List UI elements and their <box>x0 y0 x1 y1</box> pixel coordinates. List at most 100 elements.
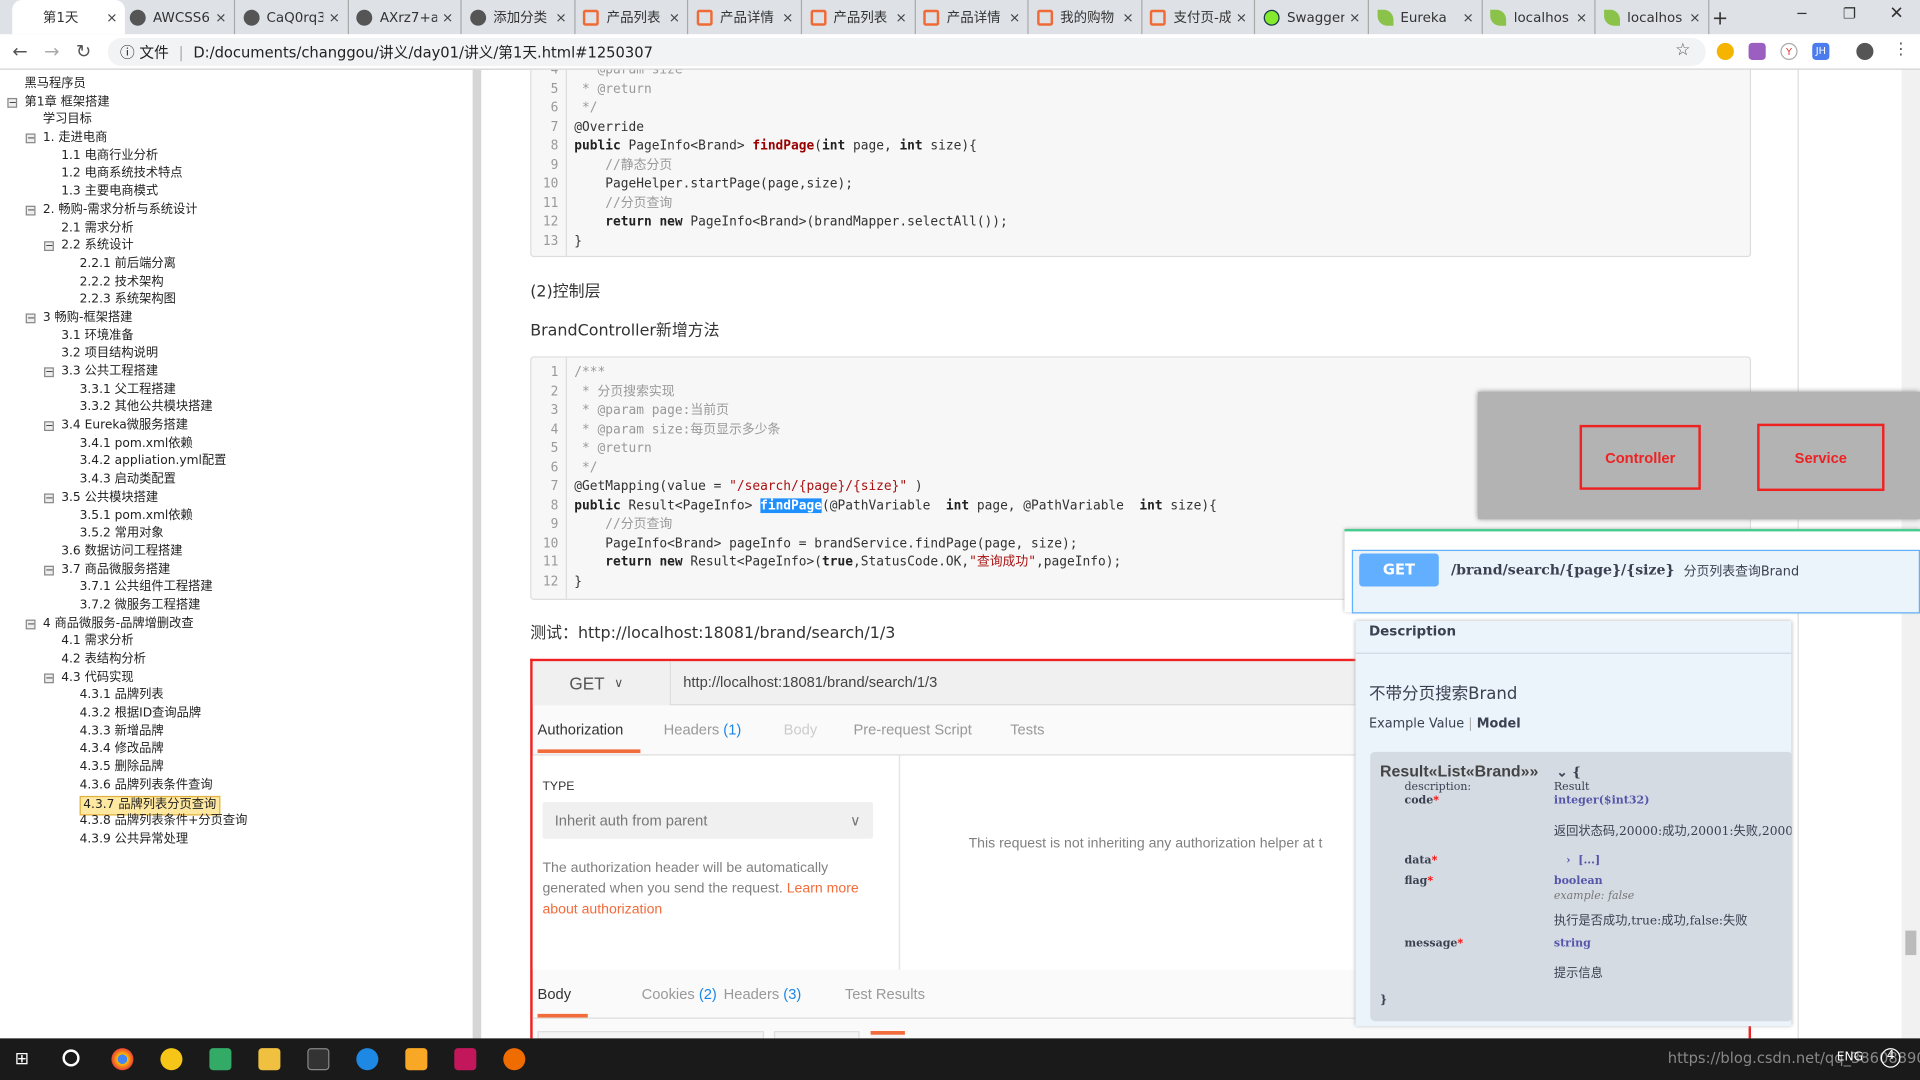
toc-item[interactable]: 4.3.5 删除品牌 <box>0 759 473 777</box>
collapse-toggle-icon[interactable]: − <box>7 97 18 108</box>
menu-kebab-icon[interactable]: ⋮ <box>1893 40 1909 58</box>
toc-item[interactable]: −4 商品微服务-品牌增删改查 <box>0 615 473 633</box>
auth-type-select[interactable]: Inherit auth from parent ∨ <box>542 802 874 839</box>
close-icon[interactable]: × <box>1349 9 1360 25</box>
new-tab-button[interactable]: + <box>1712 6 1728 29</box>
toc-item[interactable]: 1.1 电商行业分析 <box>0 148 473 166</box>
toc-item[interactable]: 3.4.1 pom.xml依赖 <box>0 436 473 454</box>
browser-tab[interactable]: 第1天 × <box>12 0 125 35</box>
close-icon[interactable]: × <box>1236 9 1247 25</box>
toc-item[interactable]: 2.2.1 前后端分离 <box>0 256 473 274</box>
collapse-toggle-icon[interactable]: − <box>25 619 36 629</box>
toc-item[interactable]: −3.5 公共模块搭建 <box>0 490 473 508</box>
toc-item[interactable]: 3.3.1 父工程搭建 <box>0 382 473 400</box>
toc-item[interactable]: 4.3.7 品牌列表分页查询 <box>0 795 473 816</box>
browser-tab[interactable]: AWCSS6 × <box>122 0 236 35</box>
toc-item[interactable]: −3.3 公共工程搭建 <box>0 364 473 382</box>
close-icon[interactable]: × <box>896 9 907 25</box>
close-icon[interactable]: × <box>1689 9 1700 25</box>
expand-array-toggle[interactable]: › [...] <box>1566 855 1600 867</box>
toc-item[interactable]: 2.2.3 系统架构图 <box>0 292 473 310</box>
browser-tab[interactable]: localhos × <box>1596 0 1710 35</box>
file-explorer-taskbar-icon[interactable] <box>258 1048 281 1071</box>
collapse-toggle-icon[interactable]: − <box>44 367 54 378</box>
toc-item[interactable]: 3.1 环境准备 <box>0 328 473 346</box>
collapse-toggle-icon[interactable]: − <box>44 493 54 504</box>
tab-headers[interactable]: Headers (3) <box>724 986 802 1003</box>
toc-item[interactable]: 学习目标 <box>0 112 473 130</box>
toc-item[interactable]: 3.4.3 启动类配置 <box>0 472 473 490</box>
tab-body[interactable]: Body <box>537 986 589 1018</box>
postman-taskbar-icon[interactable] <box>503 1048 526 1071</box>
toc-item[interactable]: 4.3.9 公共异常处理 <box>0 831 473 849</box>
close-icon[interactable]: × <box>1463 9 1474 25</box>
toc-item[interactable]: 2.1 需求分析 <box>0 220 473 238</box>
browser-tab[interactable]: 产品列表 × <box>803 0 916 35</box>
browser-tab[interactable]: 产品详情 × <box>916 0 1029 35</box>
close-icon[interactable]: × <box>215 9 226 25</box>
toc-item[interactable]: 4.1 需求分析 <box>0 633 473 651</box>
close-icon[interactable]: × <box>782 9 793 25</box>
forward-icon[interactable]: → <box>44 40 59 62</box>
toc-item[interactable]: 4.2 表结构分析 <box>0 651 473 669</box>
toc-item[interactable]: 3.5.1 pom.xml依赖 <box>0 508 473 526</box>
toc-item[interactable]: −4.3 代码实现 <box>0 669 473 687</box>
browser-tab[interactable]: localhos × <box>1483 0 1596 35</box>
extension-pdf-icon[interactable] <box>1748 42 1766 61</box>
toc-item[interactable]: −3.7 商品微服务搭建 <box>0 562 473 580</box>
back-icon[interactable]: ← <box>12 40 27 62</box>
toc-item[interactable]: 4.3.2 根据ID查询品牌 <box>0 705 473 723</box>
close-icon[interactable]: × <box>1009 9 1020 25</box>
windows-start-icon[interactable]: ⊞ <box>15 1049 29 1069</box>
language-indicator[interactable]: ENG <box>1837 1051 1863 1064</box>
collapse-toggle-icon[interactable]: − <box>25 313 36 324</box>
collapse-toggle-icon[interactable]: − <box>44 241 54 252</box>
toc-item[interactable]: 4.3.1 品牌列表 <box>0 687 473 705</box>
toc-item[interactable]: 3.2 项目结构说明 <box>0 346 473 364</box>
tab-cookies[interactable]: Cookies (2) <box>642 986 717 1003</box>
image-app-taskbar-icon[interactable] <box>209 1048 232 1071</box>
browser-tab[interactable]: AXrz7+a × <box>349 0 462 35</box>
scrollbar-thumb[interactable] <box>1905 930 1917 956</box>
toc-item[interactable]: −3 畅购-框架搭建 <box>0 310 473 328</box>
extension-jh-icon[interactable]: JH <box>1812 42 1830 61</box>
close-icon[interactable]: × <box>1122 9 1133 25</box>
notification-count[interactable]: 4 <box>1880 1048 1901 1068</box>
restore-button[interactable]: ❐ <box>1843 5 1856 22</box>
toc-item[interactable]: 4.3.6 品牌列表条件查询 <box>0 777 473 795</box>
collapse-toggle-icon[interactable]: − <box>44 672 54 683</box>
toc-item[interactable]: 3.4.2 appliation.yml配置 <box>0 454 473 472</box>
intellij-taskbar-icon[interactable] <box>454 1048 477 1071</box>
collapse-toggle-icon[interactable]: − <box>25 205 36 216</box>
toc-item[interactable]: − 第1章 框架搭建 <box>0 94 473 112</box>
example-value-tab[interactable]: Example Value <box>1369 716 1464 731</box>
toc-item[interactable]: −1. 走进电商 <box>0 130 473 148</box>
tab-headers[interactable]: Headers (1) <box>664 721 742 738</box>
toc-item[interactable]: −2. 畅购-需求分析与系统设计 <box>0 202 473 220</box>
toc-item[interactable]: 3.5.2 常用对象 <box>0 526 473 544</box>
feather-app-taskbar-icon[interactable] <box>356 1048 379 1071</box>
browser-tab[interactable]: 产品详情 × <box>689 0 803 35</box>
close-icon[interactable]: × <box>442 9 453 25</box>
minimize-button[interactable]: ─ <box>1798 5 1807 22</box>
model-tab[interactable]: Model <box>1477 716 1521 731</box>
tab-pre-request-script[interactable]: Pre-request Script <box>853 721 971 738</box>
search-circle-icon[interactable] <box>62 1049 80 1067</box>
chrome-taskbar-icon[interactable] <box>111 1048 134 1071</box>
extension-globe-icon[interactable] <box>1716 42 1734 61</box>
browser-tab[interactable]: 产品列表 × <box>576 0 689 35</box>
collapse-toggle-icon[interactable]: − <box>44 421 54 432</box>
method-select[interactable]: GET ∨ <box>532 661 670 706</box>
close-window-button[interactable]: ✕ <box>1889 4 1903 24</box>
close-icon[interactable]: × <box>1576 9 1587 25</box>
toc-item[interactable]: 3.6 数据访问工程搭建 <box>0 544 473 562</box>
info-icon[interactable]: ⓘ <box>120 42 135 63</box>
tab-test-results[interactable]: Test Results <box>845 986 925 1003</box>
toc-item[interactable]: 4.3.4 修改品牌 <box>0 741 473 759</box>
reload-icon[interactable]: ↻ <box>76 40 91 62</box>
address-input[interactable]: ⓘ 文件 | D:/documents/changgou/讲义/day01/讲义… <box>107 37 1706 67</box>
toc-item[interactable]: 3.3.2 其他公共模块搭建 <box>0 400 473 418</box>
browser-tab[interactable]: Swagger × <box>1256 0 1369 35</box>
toc-item[interactable]: −3.4 Eureka微服务搭建 <box>0 418 473 436</box>
close-icon[interactable]: × <box>669 9 680 25</box>
